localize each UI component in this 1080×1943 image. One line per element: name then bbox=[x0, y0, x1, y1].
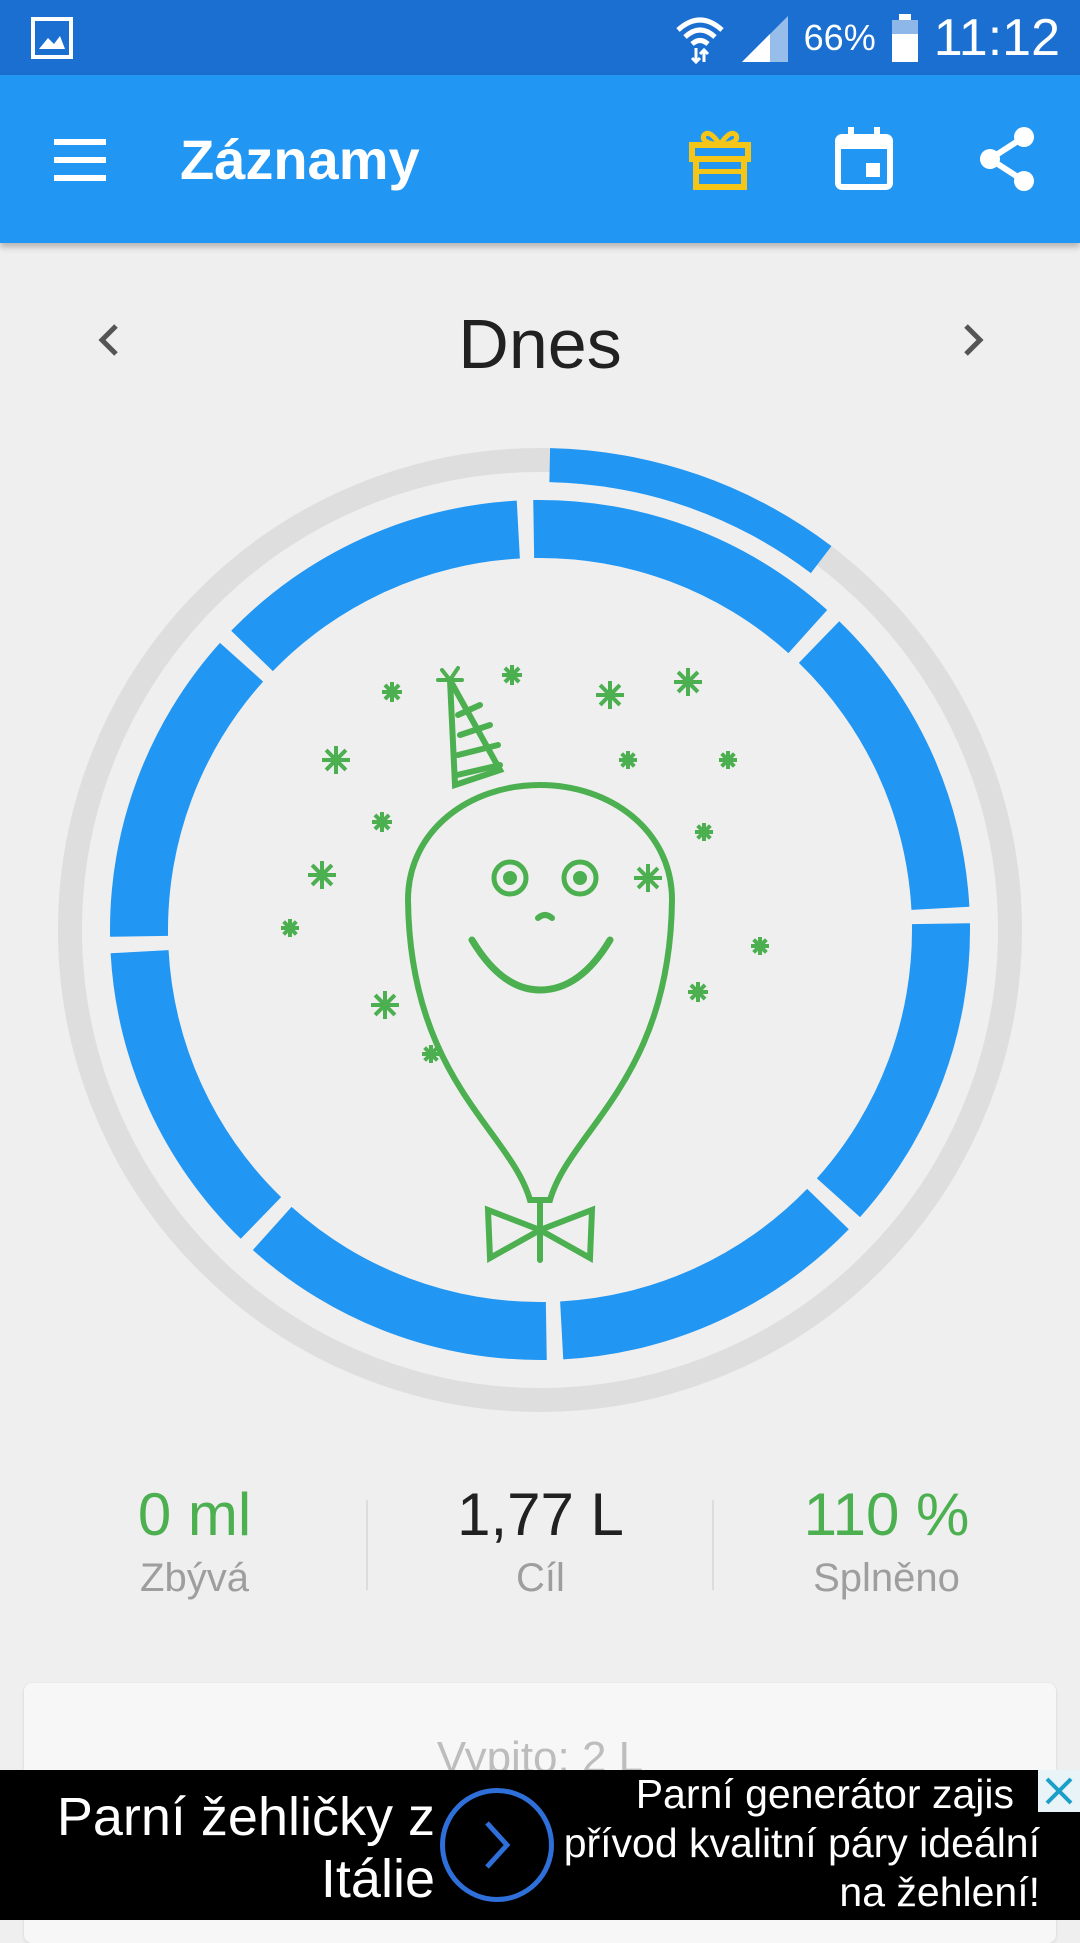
done-value: 110 % bbox=[803, 1481, 970, 1548]
battery-icon bbox=[891, 14, 918, 62]
wifi-icon bbox=[675, 17, 724, 64]
sparkle-icon bbox=[619, 751, 637, 769]
day-label: Dnes bbox=[458, 305, 622, 383]
ad-body[interactable]: Parní generátor zajis přívod kvalitní pá… bbox=[560, 1770, 1060, 1917]
gift-icon[interactable] bbox=[684, 123, 756, 195]
sparkle-icon bbox=[372, 812, 392, 832]
sparkle-icon bbox=[688, 982, 708, 1002]
sparkle-icon bbox=[695, 823, 713, 841]
sparkle-icon bbox=[322, 746, 350, 774]
sparkle-icon bbox=[281, 919, 299, 937]
sparkle-icon bbox=[308, 861, 336, 889]
ring-segment bbox=[231, 500, 520, 672]
goal-value: 1,77 L bbox=[457, 1481, 624, 1548]
sparkle-icon bbox=[382, 682, 402, 702]
sparkle-icon bbox=[502, 665, 522, 685]
battery-percent: 66% bbox=[803, 17, 876, 58]
share-icon[interactable] bbox=[972, 123, 1044, 195]
signal-icon bbox=[741, 16, 788, 62]
progress-ring bbox=[58, 448, 1022, 1412]
remaining-value: 0 ml bbox=[137, 1481, 252, 1548]
calendar-icon[interactable] bbox=[828, 123, 900, 195]
stat-remaining: 0 ml Zbývá bbox=[22, 1480, 367, 1601]
remaining-label: Zbývá bbox=[140, 1556, 249, 1600]
sparkle-icon bbox=[596, 681, 624, 709]
stat-done: 110 % Splněno bbox=[714, 1480, 1059, 1601]
menu-icon[interactable] bbox=[50, 133, 110, 187]
ring-segment bbox=[798, 621, 970, 910]
sparkle-icon bbox=[674, 668, 702, 696]
sparkle-icon bbox=[751, 937, 769, 955]
sparkle-icon bbox=[371, 991, 399, 1019]
ad-body-line3: na žehlení! bbox=[839, 1869, 1040, 1915]
ad-open-button[interactable] bbox=[440, 1788, 554, 1902]
ad-banner[interactable]: Parní žehličky z Itálie Parní generátor … bbox=[0, 1770, 1080, 1920]
close-icon bbox=[1045, 1777, 1073, 1805]
gallery-notification-icon bbox=[31, 17, 73, 59]
ring-segment bbox=[560, 1188, 849, 1360]
sparkle-icon bbox=[719, 751, 737, 769]
ad-body-line1: Parní generátor zajis bbox=[635, 1771, 1014, 1817]
goal-label: Cíl bbox=[516, 1556, 565, 1600]
ad-headline-line2: Itálie bbox=[320, 1849, 435, 1909]
sparkles bbox=[281, 665, 769, 1063]
chevron-right-icon bbox=[485, 1821, 511, 1869]
stat-goal: 1,77 L Cíl bbox=[368, 1480, 713, 1601]
sparkle-icon bbox=[422, 1045, 440, 1063]
ring-segment bbox=[110, 950, 282, 1239]
page-title: Záznamy bbox=[180, 128, 420, 191]
day-navigation: Dnes bbox=[0, 290, 1080, 390]
status-bar: 66% 11:12 bbox=[0, 0, 1080, 75]
sparkle-icon bbox=[634, 864, 662, 892]
app-bar: Záznamy bbox=[0, 75, 1080, 243]
done-label: Splněno bbox=[813, 1556, 960, 1600]
ad-body-line2: přívod kvalitní páry ideální bbox=[563, 1820, 1040, 1866]
chevron-right-icon[interactable] bbox=[950, 318, 994, 362]
ad-headline-line1: Parní žehličky z bbox=[56, 1787, 435, 1847]
ad-close-button[interactable] bbox=[1038, 1770, 1080, 1812]
ad-headline[interactable]: Parní žehličky z Itálie bbox=[0, 1786, 435, 1910]
stats-row: 0 ml Zbývá 1,77 L Cíl 110 % Splněno bbox=[0, 1480, 1080, 1620]
clock: 11:12 bbox=[933, 9, 1060, 67]
